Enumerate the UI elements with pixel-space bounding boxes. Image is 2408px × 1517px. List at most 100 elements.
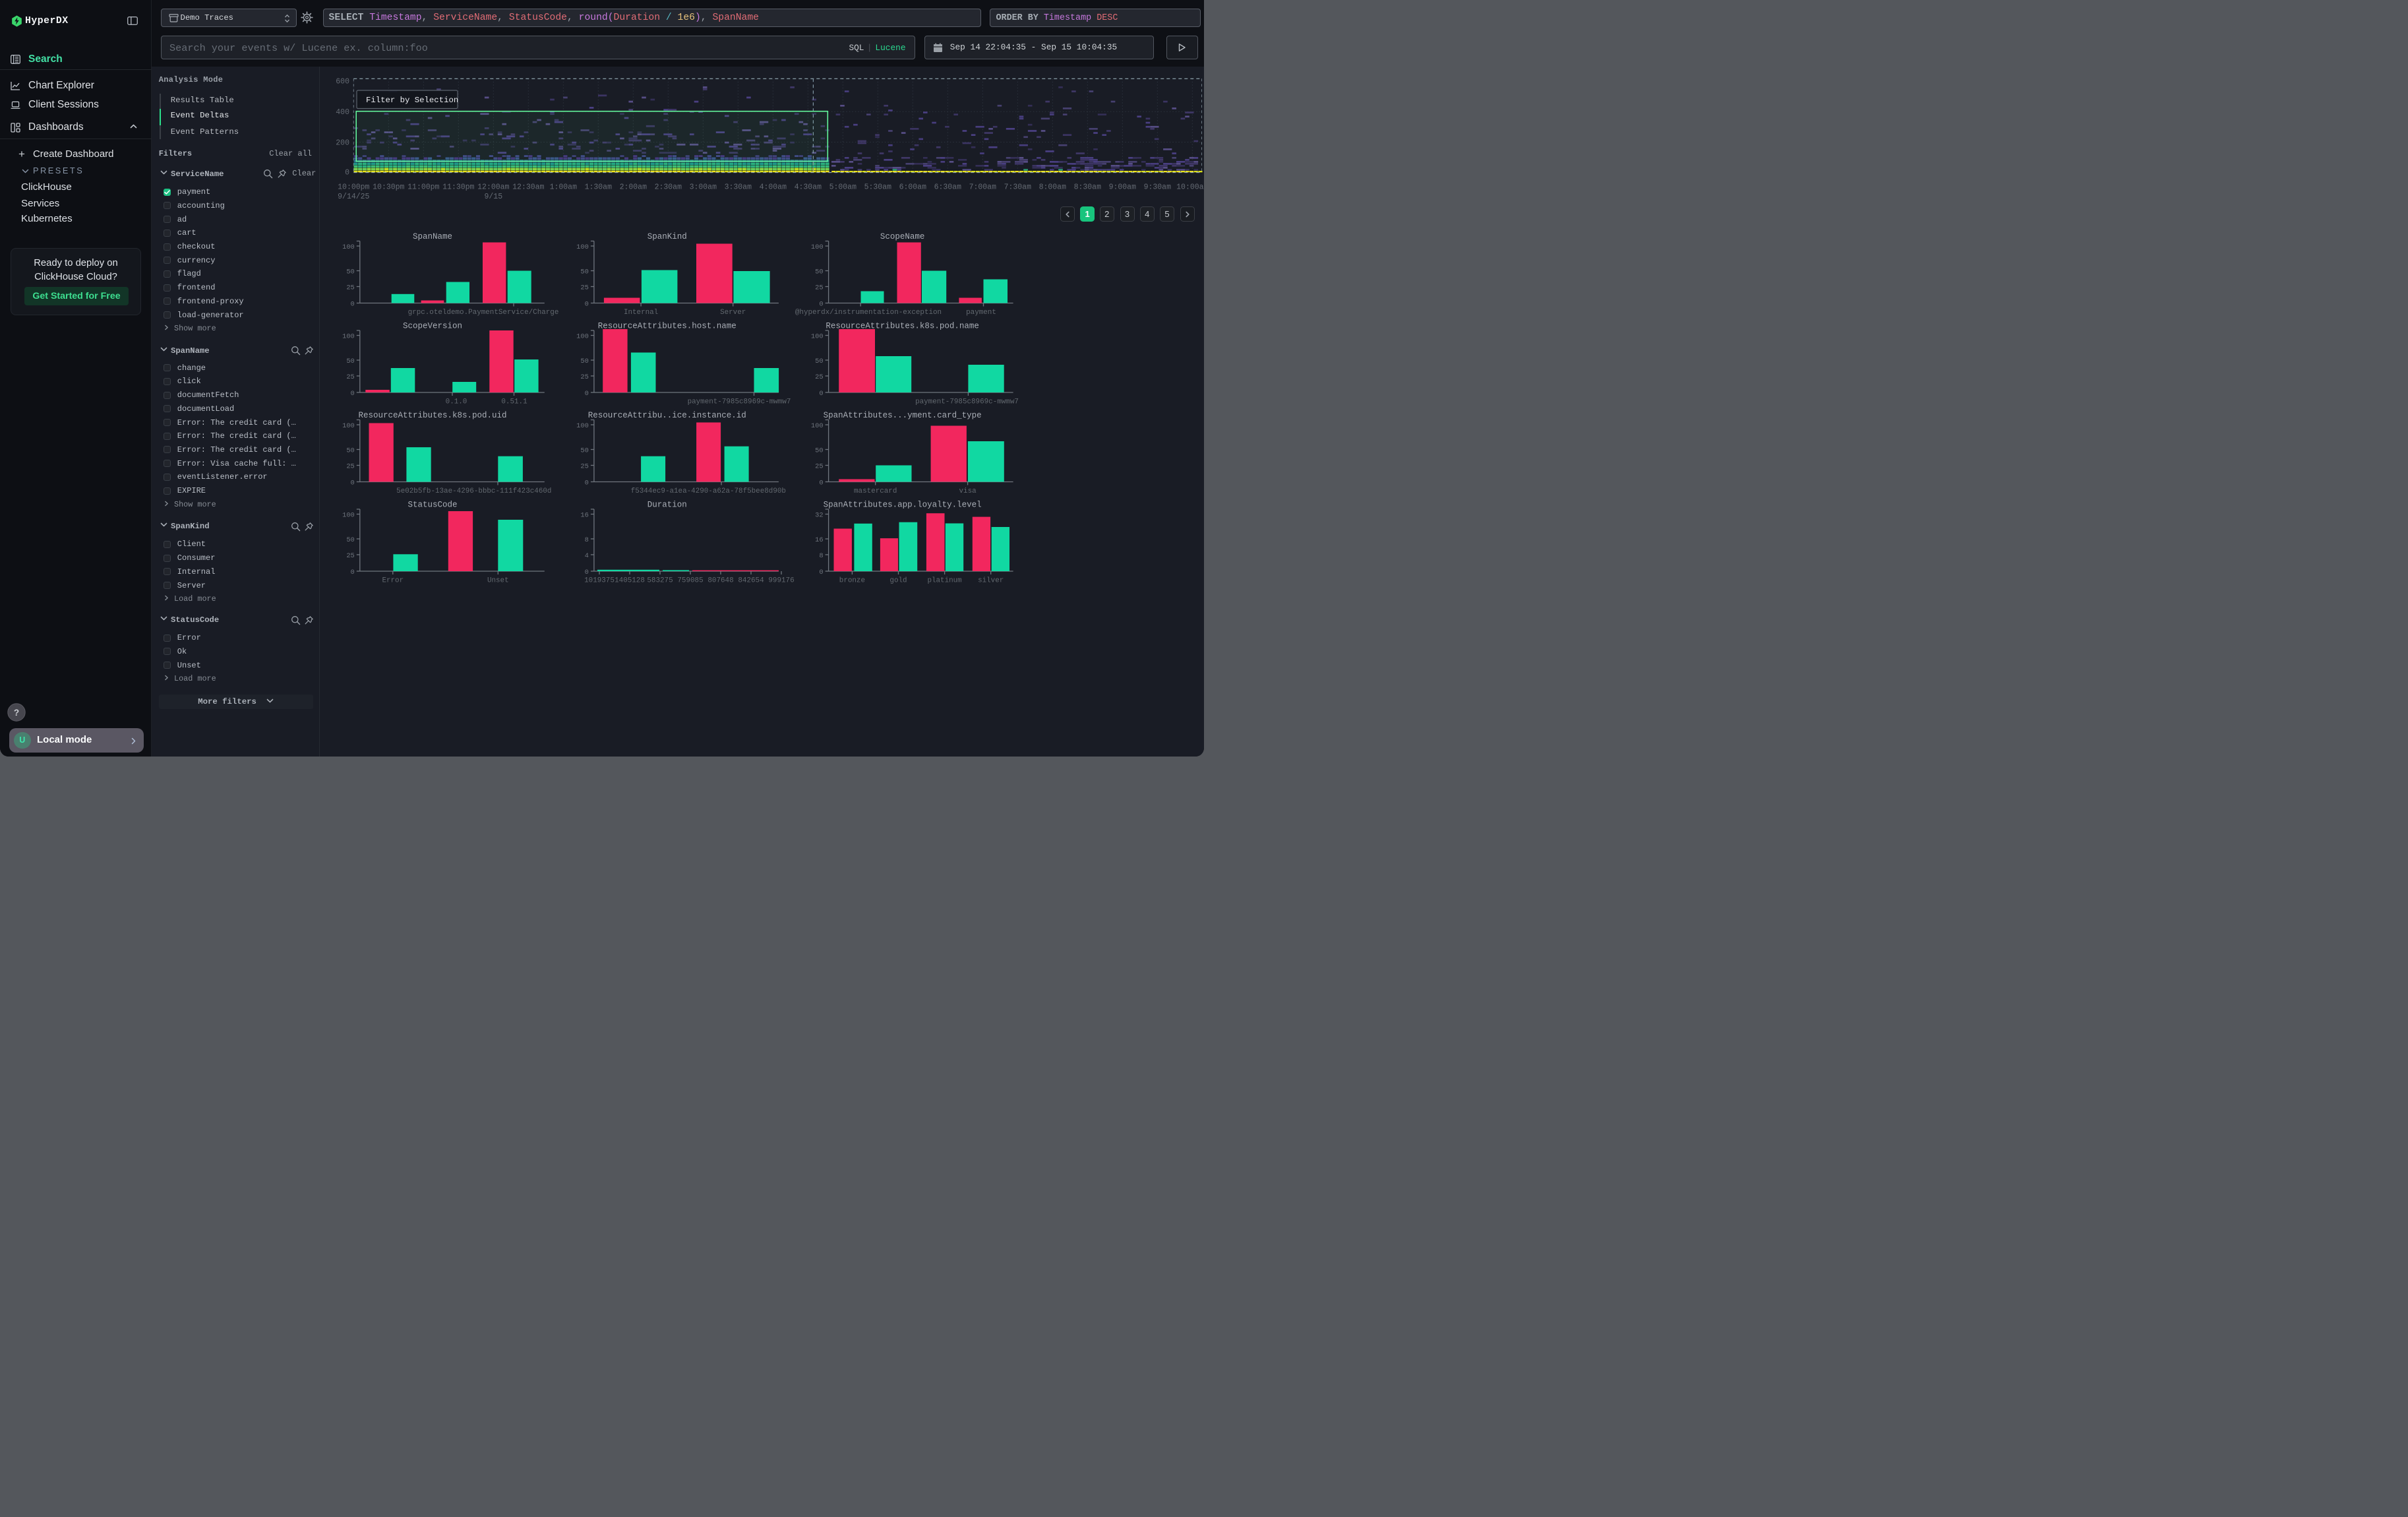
svg-text:9/15: 9/15 [484,193,502,201]
svg-text:100: 100 [342,243,355,251]
svg-text:0: 0 [819,569,823,576]
svg-text:100: 100 [342,333,355,341]
svg-text:payment-7985c8969c-mwmw7: payment-7985c8969c-mwmw7 [915,398,1019,406]
svg-text:842654: 842654 [738,577,764,585]
svg-text:600: 600 [336,78,349,86]
svg-text:1:00am: 1:00am [550,183,578,191]
svg-text:100: 100 [342,422,355,430]
svg-text:6:30am: 6:30am [934,183,962,191]
svg-text:759085: 759085 [677,577,703,585]
svg-text:200: 200 [336,139,349,148]
svg-text:SpanAttributes.app.loyalty.lev: SpanAttributes.app.loyalty.level [824,501,982,510]
svg-text:8: 8 [585,536,589,544]
svg-text:SpanKind: SpanKind [647,232,687,241]
svg-text:8:30am: 8:30am [1074,183,1102,191]
svg-text:1405128: 1405128 [615,577,645,585]
svg-text:8: 8 [819,552,823,560]
svg-text:10:00pm: 10:00pm [338,183,369,191]
svg-text:grpc.oteldemo.PaymentService/C: grpc.oteldemo.PaymentService/Charge [408,309,559,317]
svg-text:25: 25 [580,463,588,471]
svg-text:50: 50 [346,447,354,455]
svg-text:7:30am: 7:30am [1004,183,1032,191]
svg-text:bronze: bronze [839,577,865,585]
svg-text:Internal: Internal [624,309,658,317]
svg-text:0: 0 [351,301,355,309]
svg-text:50: 50 [580,268,588,276]
svg-text:25: 25 [346,373,354,381]
svg-text:583275: 583275 [647,577,673,585]
svg-text:0: 0 [345,169,349,177]
svg-text:0: 0 [351,569,355,576]
svg-text:Duration: Duration [647,501,687,510]
svg-text:100: 100 [576,422,589,430]
svg-text:100: 100 [342,512,355,520]
svg-text:ResourceAttribu..ice.instance.: ResourceAttribu..ice.instance.id [588,411,746,420]
svg-text:10:00am: 10:00am [1176,183,1204,191]
svg-text:25: 25 [580,284,588,292]
svg-text:50: 50 [346,268,354,276]
svg-text:50: 50 [346,357,354,365]
svg-text:12:00am: 12:00am [477,183,509,191]
svg-text:0: 0 [351,480,355,487]
svg-text:25: 25 [346,552,354,560]
svg-text:SpanAttributes...yment.card_ty: SpanAttributes...yment.card_type [824,411,982,420]
svg-text:?: ? [14,708,19,718]
svg-text:0: 0 [585,480,589,487]
svg-text:50: 50 [815,357,823,365]
svg-text:0: 0 [585,390,589,398]
svg-text:SpanName: SpanName [413,232,452,241]
svg-text:Server: Server [720,309,746,317]
svg-text:100: 100 [576,333,589,341]
svg-text:platinum: platinum [927,577,961,585]
svg-text:4:30am: 4:30am [795,183,822,191]
svg-text:1:30am: 1:30am [585,183,613,191]
svg-text:0: 0 [819,480,823,487]
svg-text:3:30am: 3:30am [725,183,752,191]
svg-text:f5344ec9-a1ea-4290-a62a-78f5be: f5344ec9-a1ea-4290-a62a-78f5bee8d90b [631,487,786,495]
svg-text:0: 0 [819,390,823,398]
svg-text:@hyperdx/instrumentation-excep: @hyperdx/instrumentation-exception [795,309,942,317]
svg-text:payment: payment [966,309,996,317]
svg-text:25: 25 [815,463,823,471]
svg-text:StatusCode: StatusCode [407,501,457,510]
svg-text:ResourceAttributes.k8s.pod.uid: ResourceAttributes.k8s.pod.uid [358,411,506,420]
svg-text:9/14/25: 9/14/25 [338,193,369,201]
svg-text:4: 4 [585,552,589,560]
svg-text:3:00am: 3:00am [690,183,717,191]
svg-text:0: 0 [585,301,589,309]
svg-text:16: 16 [815,536,823,544]
svg-text:9:00am: 9:00am [1109,183,1137,191]
svg-text:Filter by Selection: Filter by Selection [366,96,458,105]
svg-text:ScopeVersion: ScopeVersion [403,322,462,331]
svg-text:999176: 999176 [768,577,794,585]
svg-text:25: 25 [580,373,588,381]
svg-text:9:30am: 9:30am [1144,183,1172,191]
svg-text:2:30am: 2:30am [655,183,682,191]
svg-text:100: 100 [811,422,824,430]
svg-text:visa: visa [959,487,977,495]
svg-text:8:00am: 8:00am [1039,183,1067,191]
svg-text:4:00am: 4:00am [760,183,787,191]
svg-text:11:00pm: 11:00pm [407,183,439,191]
svg-text:100: 100 [576,243,589,251]
svg-text:Unset: Unset [487,577,509,585]
svg-text:0: 0 [819,301,823,309]
svg-text:50: 50 [815,447,823,455]
svg-text:12:30am: 12:30am [512,183,544,191]
svg-text:16: 16 [580,512,588,520]
svg-text:6:00am: 6:00am [899,183,927,191]
svg-text:0.1.0: 0.1.0 [446,398,467,406]
svg-text:0: 0 [585,569,589,576]
svg-text:50: 50 [580,447,588,455]
svg-text:payment-7985c8969c-mwmw7: payment-7985c8969c-mwmw7 [688,398,791,406]
svg-text:50: 50 [346,536,354,544]
svg-text:0: 0 [351,390,355,398]
svg-text:807648: 807648 [707,577,733,585]
svg-text:2:00am: 2:00am [620,183,647,191]
svg-text:Error: Error [382,577,404,585]
svg-text:25: 25 [815,284,823,292]
svg-text:25: 25 [346,463,354,471]
svg-text:7:00am: 7:00am [969,183,997,191]
svg-text:50: 50 [580,357,588,365]
svg-text:100: 100 [811,243,824,251]
